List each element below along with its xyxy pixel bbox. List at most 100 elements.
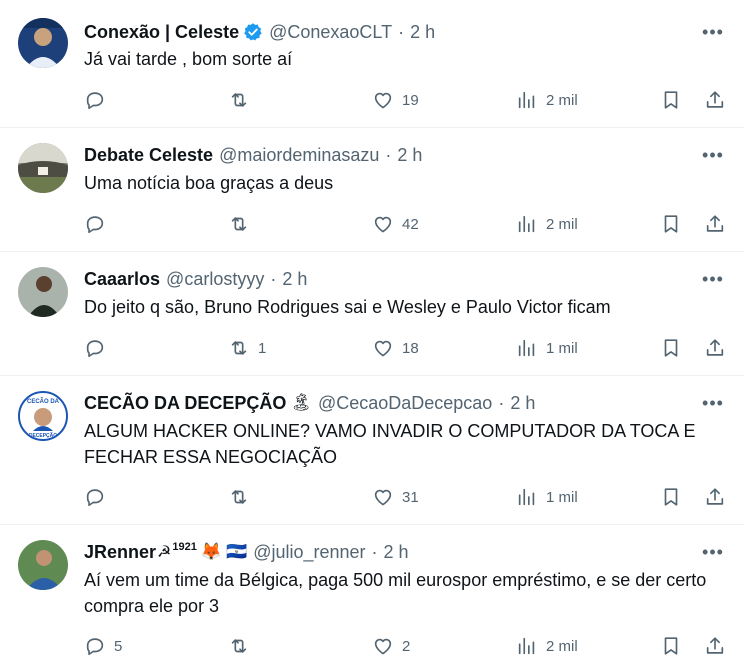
reply-button[interactable]	[84, 86, 114, 114]
timestamp[interactable]: 2 h	[282, 269, 307, 290]
tweet[interactable]: Conexão | Celeste @ConexaoCLT · 2 h ••• …	[0, 0, 744, 128]
heart-icon	[374, 638, 392, 655]
reply-button[interactable]: 5	[84, 632, 122, 660]
retweet-button[interactable]: 1	[228, 334, 266, 362]
verified-badge-icon	[243, 22, 263, 42]
retweet-icon	[231, 639, 247, 653]
heart-icon	[374, 92, 392, 109]
views-count: 2 mil	[546, 215, 578, 233]
author-handle[interactable]: @carlostyyy	[166, 269, 264, 290]
like-count: 19	[402, 91, 419, 109]
author-name[interactable]: JRenner	[84, 542, 156, 563]
timestamp[interactable]: 2 h	[384, 542, 409, 563]
author-handle[interactable]: @ConexaoCLT	[269, 22, 392, 43]
author-handle[interactable]: @julio_renner	[253, 542, 365, 563]
retweet-icon	[231, 217, 247, 231]
share-button[interactable]	[704, 483, 726, 511]
separator-dot: ·	[498, 392, 505, 413]
share-button[interactable]	[704, 632, 726, 660]
retweet-icon	[231, 490, 247, 504]
like-button[interactable]: 18	[372, 334, 419, 362]
views-button[interactable]: 1 mil	[516, 334, 578, 362]
bookmark-icon	[664, 488, 678, 506]
like-button[interactable]: 42	[372, 210, 419, 238]
avatar-top-text: CECÃO DA	[27, 398, 60, 405]
tweet-text: Uma notícia boa graças a deus	[84, 173, 334, 193]
bookmark-icon	[664, 637, 678, 655]
reply-icon	[86, 92, 104, 110]
avatar[interactable]	[18, 267, 68, 317]
timestamp[interactable]: 2 h	[397, 145, 422, 166]
reply-icon	[86, 638, 104, 656]
retweet-button[interactable]	[228, 86, 258, 114]
bookmark-icon	[664, 339, 678, 357]
author-handle[interactable]: @CecaoDaDecepcao	[318, 393, 492, 414]
like-count: 18	[402, 339, 419, 357]
views-icon	[518, 215, 535, 233]
views-button[interactable]: 2 mil	[516, 632, 578, 660]
tweet-text: Do jeito q são, Bruno Rodrigues sai e We…	[84, 297, 611, 317]
views-button[interactable]: 1 mil	[516, 483, 578, 511]
bookmark-button[interactable]	[660, 334, 682, 362]
author-name[interactable]: Debate Celeste	[84, 145, 213, 166]
retweet-icon	[231, 341, 247, 355]
author-handle[interactable]: @maiordeminasazu	[219, 145, 379, 166]
reply-button[interactable]	[84, 210, 114, 238]
bookmark-button[interactable]	[660, 632, 682, 660]
heart-icon	[374, 340, 392, 357]
like-button[interactable]: 19	[372, 86, 419, 114]
tweet[interactable]: CECÃO DA DECEPÇÃO CECÃO DA DECEPÇÃO 🏝 @C…	[0, 375, 744, 525]
tweet[interactable]: Caaarlos @carlostyyy · 2 h ••• Do jeito …	[0, 251, 744, 376]
more-icon[interactable]: •••	[696, 143, 730, 167]
views-icon	[518, 488, 535, 506]
views-button[interactable]: 2 mil	[516, 210, 578, 238]
like-count: 2	[402, 637, 411, 655]
retweet-button[interactable]	[228, 483, 258, 511]
reply-button[interactable]	[84, 483, 114, 511]
timestamp[interactable]: 2 h	[510, 393, 535, 414]
retweet-button[interactable]	[228, 632, 258, 660]
bookmark-button[interactable]	[660, 483, 682, 511]
share-icon	[706, 488, 724, 505]
retweet-count: 1	[258, 339, 267, 357]
reply-count: 5	[114, 637, 123, 655]
separator-dot: ·	[398, 21, 405, 42]
heart-icon	[374, 489, 392, 506]
author-name[interactable]: CECÃO DA DECEPÇÃO	[84, 393, 286, 414]
retweet-button[interactable]	[228, 210, 258, 238]
like-button[interactable]: 31	[372, 483, 419, 511]
share-button[interactable]	[704, 334, 726, 362]
avatar[interactable]	[18, 18, 68, 68]
bookmark-button[interactable]	[660, 210, 682, 238]
views-icon	[518, 339, 535, 357]
tweet[interactable]: Debate Celeste @maiordeminasazu · 2 h ••…	[0, 127, 744, 252]
reply-button[interactable]	[84, 334, 114, 362]
bookmark-icon	[664, 91, 678, 109]
views-icon	[518, 91, 535, 109]
tweet-actions: 31 1 mil	[84, 483, 730, 511]
views-count: 1 mil	[546, 339, 578, 357]
avatar[interactable]	[18, 540, 68, 590]
share-button[interactable]	[704, 86, 726, 114]
like-count: 31	[402, 488, 419, 506]
bookmark-button[interactable]	[660, 86, 682, 114]
views-button[interactable]: 2 mil	[516, 86, 578, 114]
like-button[interactable]: 2	[372, 632, 410, 660]
author-name[interactable]: Caaarlos	[84, 269, 160, 290]
more-icon[interactable]: •••	[696, 267, 730, 291]
avatar-bottom-text: DECEPÇÃO	[29, 432, 57, 439]
avatar[interactable]: CECÃO DA DECEPÇÃO	[18, 391, 68, 441]
island-emoji: 🏝	[290, 393, 312, 412]
share-button[interactable]	[704, 210, 726, 238]
share-icon	[706, 339, 724, 356]
year-badge: 1921	[172, 541, 197, 553]
like-count: 42	[402, 215, 419, 233]
tweet[interactable]: JRenner ☭ 1921 🦊 🇸🇻 @julio_renner · 2 h …	[0, 524, 744, 671]
timestamp[interactable]: 2 h	[410, 22, 435, 43]
avatar[interactable]	[18, 143, 68, 193]
more-icon[interactable]: •••	[696, 20, 730, 44]
share-icon	[706, 91, 724, 108]
more-icon[interactable]: •••	[696, 391, 730, 415]
more-icon[interactable]: •••	[696, 540, 730, 564]
author-name[interactable]: Conexão | Celeste	[84, 22, 239, 43]
